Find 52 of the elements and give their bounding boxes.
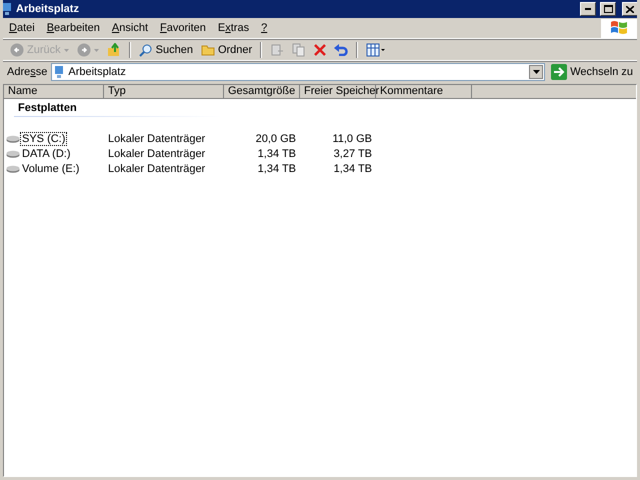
delete-icon [314, 44, 326, 56]
minimize-button[interactable] [580, 2, 596, 16]
maximize-icon [604, 5, 612, 13]
search-button[interactable]: Suchen [136, 41, 196, 59]
undo-icon [334, 44, 348, 56]
folder-icon [200, 44, 215, 56]
dropdown-arrow-icon [94, 48, 99, 52]
menu-item[interactable]: Extras [212, 22, 256, 34]
folders-button[interactable]: Ordner [198, 41, 256, 59]
go-arrow-icon [551, 64, 568, 80]
dropdown-arrow-icon [64, 48, 69, 52]
table-cell-text: Lokaler Datenträger [107, 162, 206, 174]
drive-name[interactable]: SYS (C:) [20, 132, 68, 146]
menu-item[interactable]: ? [255, 22, 274, 34]
table-cell-text: 1,34 TB [256, 162, 297, 174]
menu-item[interactable]: Datei [3, 22, 41, 34]
table-cell-text: 20,0 GB [254, 132, 297, 144]
search-icon [138, 43, 153, 57]
minimize-icon [585, 8, 591, 10]
table-cell-text: 3,27 TB [332, 148, 373, 160]
menu-item[interactable]: Bearbeiten [40, 22, 106, 34]
folder-up-icon [106, 43, 121, 57]
address-field[interactable]: Arbeitsplatz [51, 63, 546, 81]
close-icon [626, 6, 634, 12]
drive-name[interactable]: Volume (E:) [20, 162, 82, 176]
drive-icon [6, 164, 20, 172]
go-button[interactable]: Wechseln zu [549, 64, 635, 80]
dropdown-button[interactable] [529, 65, 544, 79]
dropdown-arrow-icon [532, 70, 540, 74]
table-cell-text: Lokaler Datenträger [107, 132, 206, 144]
table-cell-text: 1,34 TB [332, 162, 373, 174]
column-header[interactable]: Typ [104, 85, 224, 99]
drive-name[interactable]: DATA (D:) [20, 146, 72, 160]
menu-item[interactable]: Favoriten [154, 22, 212, 34]
column-header[interactable]: Name [4, 85, 104, 99]
group-header: Festplatten [14, 102, 222, 117]
views-icon [366, 43, 386, 57]
close-button[interactable] [622, 2, 637, 16]
table-cell-text: Lokaler Datenträger [107, 148, 206, 160]
computer-icon [54, 66, 64, 78]
drive-icon [6, 134, 20, 142]
copy-icon [292, 43, 306, 57]
maximize-button[interactable] [600, 2, 616, 16]
menu-item[interactable]: Ansicht [106, 22, 154, 34]
address-label: Adresse [7, 66, 48, 78]
table-cell-text: 11,0 GB [331, 132, 373, 144]
move-icon [270, 43, 284, 57]
window-title: Arbeitsplatz [16, 3, 80, 15]
table-cell-text: 1,34 TB [256, 148, 297, 160]
drive-icon [6, 150, 20, 158]
column-header[interactable]: Gesamtgröße [224, 85, 300, 99]
computer-icon [3, 2, 12, 16]
